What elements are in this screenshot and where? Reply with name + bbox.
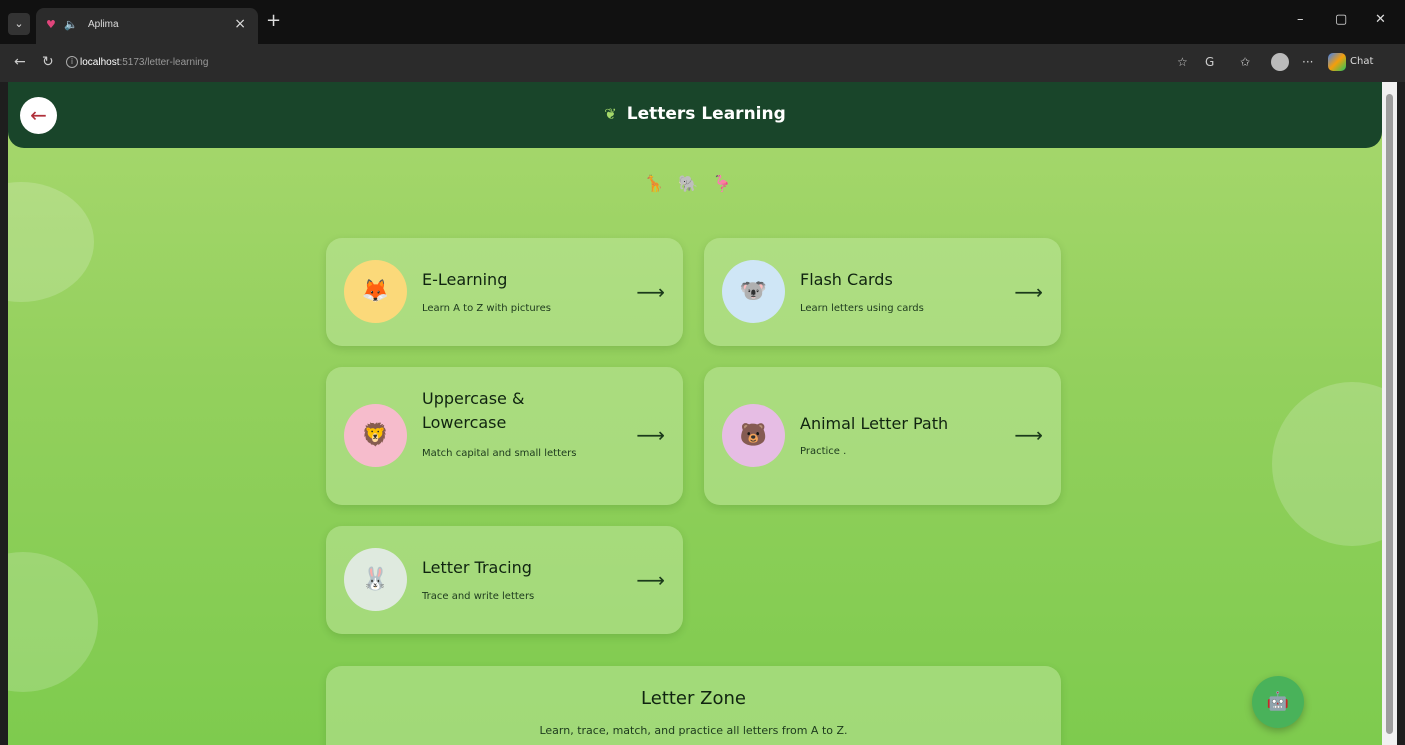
card-uppercase-lowercase[interactable]: 🦁 Uppercase & Lowercase Match capital an…: [326, 367, 683, 505]
browser-tab[interactable]: ♥ 🔈 Aplima ×: [36, 8, 258, 44]
card-title: Letter Tracing: [422, 558, 532, 577]
url-field[interactable]: localhost:5173/letter-learning: [80, 57, 208, 68]
address-bar: ← ↻ i localhost:5173/letter-learning ☆ G…: [0, 44, 1405, 82]
url-host: localhost: [80, 57, 120, 68]
refresh-icon[interactable]: ↻: [42, 54, 54, 70]
more-menu-icon[interactable]: ···: [1302, 55, 1313, 69]
card-letter-tracing[interactable]: 🐰 Letter Tracing Trace and write letters…: [326, 526, 683, 634]
bunny-icon: 🐰: [344, 548, 407, 611]
flamingo-icon: 🦩: [711, 174, 746, 193]
copilot-icon[interactable]: [1328, 53, 1346, 71]
close-window-button[interactable]: ✕: [1375, 12, 1386, 27]
card-animal-letter-path[interactable]: 🐻 Animal Letter Path Practice . ⟶: [704, 367, 1061, 505]
card-title: Animal Letter Path: [800, 414, 949, 433]
lion-icon: 🦁: [344, 404, 407, 467]
back-nav-icon[interactable]: ←: [14, 54, 26, 70]
minimize-button[interactable]: –: [1297, 12, 1304, 27]
animal-emoji-row: 🦒🐘🦩: [8, 174, 1382, 193]
app-header: ← ❦ Letters Learning: [8, 82, 1382, 148]
chatbot-fab-button[interactable]: 🤖: [1252, 676, 1304, 728]
favorites-icon[interactable]: ✩: [1240, 55, 1250, 69]
tab-menu-icon[interactable]: ⌄: [8, 13, 30, 35]
card-title: Flash Cards: [800, 270, 893, 289]
arrow-right-icon: ⟶: [636, 280, 665, 304]
card-description: Trace and write letters: [422, 591, 535, 602]
decor-bubble: [8, 182, 94, 302]
url-path: :5173/letter-learning: [119, 57, 209, 68]
elephant-icon: 🐘: [678, 174, 712, 193]
page-scrollbar[interactable]: [1382, 82, 1397, 745]
card-description: Practice .: [800, 446, 847, 457]
page-title: ❦ Letters Learning: [8, 104, 1382, 124]
card-flash-cards[interactable]: 🐨 Flash Cards Learn letters using cards …: [704, 238, 1061, 346]
zone-title: Letter Zone: [641, 688, 746, 709]
arrow-right-icon: ⟶: [1014, 423, 1043, 447]
decor-bubble: [8, 552, 98, 692]
card-title: E-Learning: [422, 270, 508, 289]
card-title: Uppercase & Lowercase: [422, 389, 525, 432]
site-info-icon[interactable]: i: [66, 56, 78, 68]
favorite-star-icon[interactable]: ☆: [1177, 55, 1188, 69]
decor-bubble: [1272, 382, 1382, 546]
page-title-text: Letters Learning: [626, 104, 786, 124]
card-description: Learn A to Z with pictures: [422, 303, 551, 314]
card-description: Match capital and small letters: [422, 448, 577, 459]
tab-title: Aplima: [88, 19, 119, 30]
koala-icon: 🐨: [722, 260, 785, 323]
card-e-learning[interactable]: 🦊 E-Learning Learn A to Z with pictures …: [326, 238, 683, 346]
browser-tab-bar: ⌄ ♥ 🔈 Aplima × + – ▢ ✕: [0, 0, 1405, 44]
fox-icon: 🦊: [344, 260, 407, 323]
scrollbar-thumb[interactable]: [1386, 94, 1393, 734]
arrow-right-icon: ⟶: [636, 568, 665, 592]
arrow-right-icon: ⟶: [636, 423, 665, 447]
letter-zone-panel: Letter Zone Learn, trace, match, and pra…: [326, 666, 1061, 745]
sprout-icon: ❦: [604, 105, 617, 123]
card-description: Learn letters using cards: [800, 303, 924, 314]
zone-description: Learn, trace, match, and practice all le…: [539, 724, 848, 737]
giraffe-icon: 🦒: [644, 174, 679, 193]
tab-close-icon[interactable]: ×: [234, 16, 246, 32]
bear-icon: 🐻: [722, 404, 785, 467]
chat-label[interactable]: Chat: [1350, 56, 1373, 67]
maximize-button[interactable]: ▢: [1335, 12, 1347, 27]
favicon-icon: ♥: [46, 18, 56, 31]
extension-icon[interactable]: G: [1205, 55, 1214, 69]
profile-avatar-icon[interactable]: [1271, 53, 1289, 71]
page-viewport: ← ❦ Letters Learning 🦒🐘🦩 🦊 E-Learning Lea…: [8, 82, 1382, 745]
new-tab-button[interactable]: +: [266, 12, 281, 30]
audio-icon[interactable]: 🔈: [64, 18, 78, 31]
arrow-right-icon: ⟶: [1014, 280, 1043, 304]
